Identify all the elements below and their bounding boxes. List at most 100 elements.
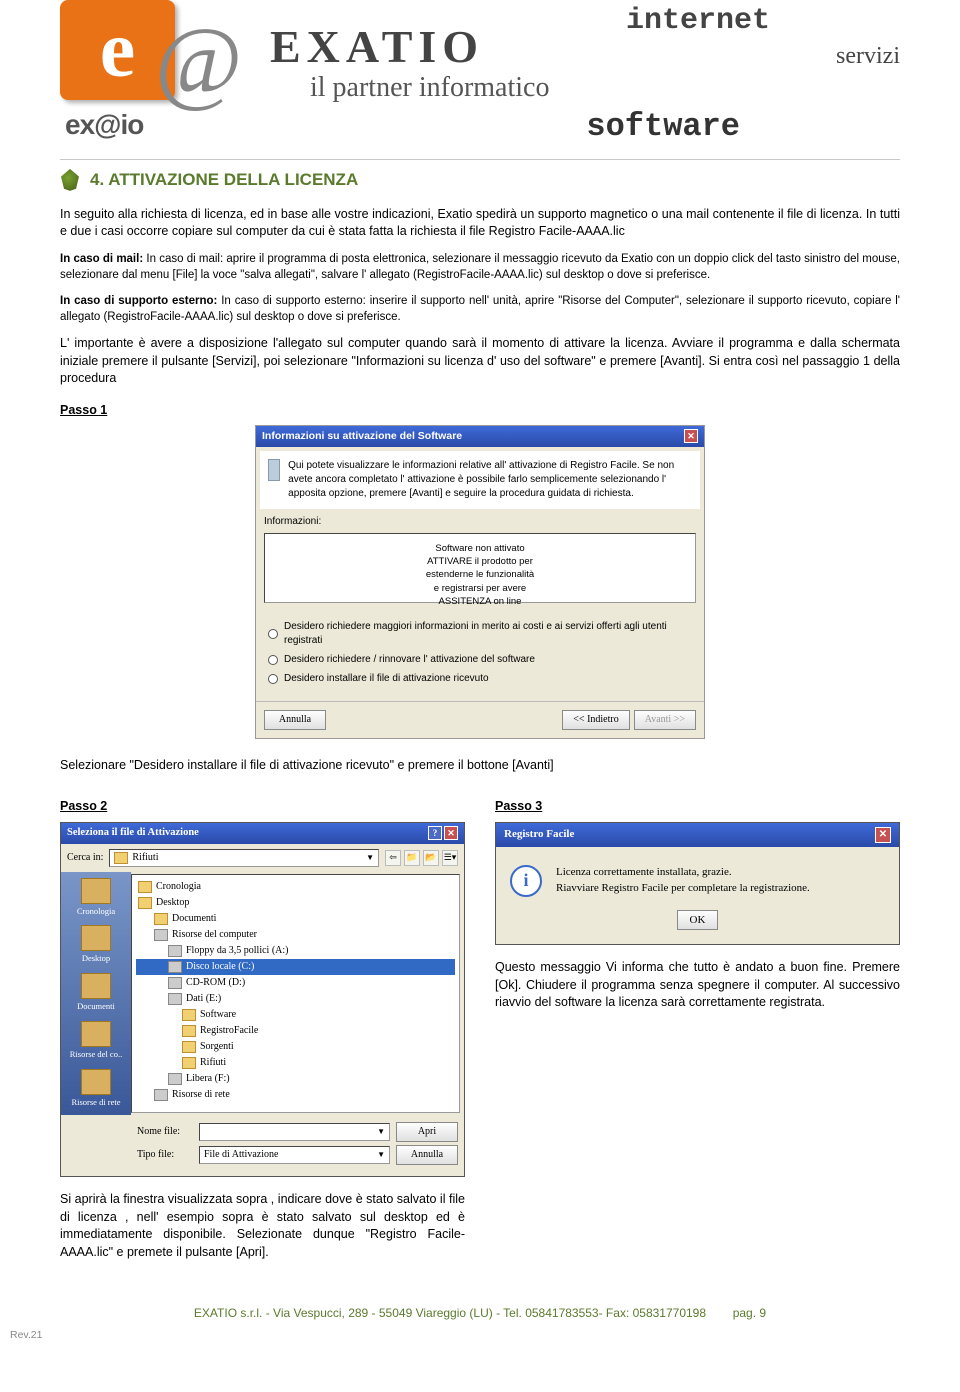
activation-info-dialog: Informazioni su attivazione del Software… [255,425,705,739]
file-list-item[interactable]: RegistroFacile [136,1023,455,1039]
file-list-item[interactable]: Dati (E:) [136,991,455,1007]
sidebar-place-item[interactable]: Documenti [77,973,115,1013]
paragraph-mid: Selezionare "Desidero installare il file… [60,757,900,775]
folder-icon [81,878,111,904]
file-item-label: Documenti [172,912,216,926]
radio-option-3[interactable]: Desidero installare il file di attivazio… [268,672,692,686]
file-list-item[interactable]: Disco locale (C:) [136,959,455,975]
radio-option-2-label: Desidero richiedere / rinnovare l' attiv… [284,653,535,667]
filetype-label: Tipo file: [137,1148,193,1162]
file-item-label: Sorgenti [200,1040,234,1054]
file-list-item[interactable]: Libera (F:) [136,1071,455,1087]
sidebar-place-item[interactable]: Risorse del co.. [70,1021,122,1061]
filename-input[interactable]: ▼ [199,1123,390,1141]
help-icon[interactable]: ? [428,826,442,840]
cancel-button[interactable]: Annulla [396,1145,458,1165]
lookin-value: Rifiuti [132,851,158,865]
file-list[interactable]: CronologiaDesktopDocumentiRisorse del co… [131,874,460,1113]
dialog1-infobox: Software non attivato ATTIVARE il prodot… [264,533,696,603]
page-footer: EXATIO s.r.l. - Via Vespucci, 289 - 5504… [60,1305,900,1322]
radio-option-1[interactable]: Desidero richiedere maggiori informazion… [268,620,692,648]
file-list-item[interactable]: Floppy da 3,5 pollici (A:) [136,943,455,959]
file-item-label: Software [200,1008,236,1022]
radio-option-3-label: Desidero installare il file di attivazio… [284,672,489,686]
ok-button[interactable]: OK [677,910,719,930]
file-item-label: Rifiuti [200,1056,226,1070]
dialog1-title: Informazioni su attivazione del Software [262,429,462,444]
lookin-combo[interactable]: Rifiuti ▼ [109,849,379,867]
footer-text: EXATIO s.r.l. - Via Vespucci, 289 - 5504… [194,1306,706,1320]
lookin-label: Cerca in: [67,851,103,865]
drive-icon [154,929,168,941]
file-list-item[interactable]: Rifiuti [136,1055,455,1071]
step1-label: Passo 1 [60,402,900,420]
radio-option-1-label: Desidero richiedere maggiori informazion… [284,620,692,648]
folder-icon [182,1041,196,1053]
folder-icon [138,881,152,893]
document-header: e @ EXATIO il partner informatico ex@io … [60,0,900,160]
success-msgbox: Registro Facile ✕ i Licenza correttament… [495,822,900,945]
file-list-item[interactable]: Cronologia [136,879,455,895]
view-icon[interactable]: ☰▾ [442,850,458,866]
folder-icon [182,1025,196,1037]
sidebar-place-item[interactable]: Desktop [81,925,111,965]
file-list-item[interactable]: Documenti [136,911,455,927]
chevron-down-icon: ▼ [366,852,374,863]
back-button[interactable]: << Indietro [562,710,629,730]
dialog3-title: Registro Facile [504,827,574,843]
header-word-servizi: servizi [836,40,900,74]
header-word-internet: internet [626,0,770,42]
section-heading: 4. ATTIVAZIONE DELLA LICENZA [60,168,900,192]
radio-option-2[interactable]: Desidero richiedere / rinnovare l' attiv… [268,653,692,667]
leaf-icon [60,169,80,191]
cancel-button[interactable]: Annulla [264,710,326,730]
header-word-software: software [586,105,740,150]
close-icon[interactable]: ✕ [875,827,891,843]
paragraph-mail-text: In caso di mail: aprire il programma di … [60,253,900,281]
section-heading-text: 4. ATTIVAZIONE DELLA LICENZA [90,168,358,192]
up-nav-icon[interactable]: 📁 [404,850,420,866]
file-item-label: Cronologia [156,880,201,894]
folder-icon [81,973,111,999]
next-button[interactable]: Avanti >> [634,710,696,730]
places-sidebar: Cronologia Desktop Documenti Risorse del co… [61,872,131,1115]
close-icon[interactable]: ✕ [444,826,458,840]
filetype-value: File di Attivazione [204,1148,278,1162]
revision-label: Rev.21 [10,1328,900,1343]
file-list-item[interactable]: Risorse di rete [136,1087,455,1103]
sidebar-place-item[interactable]: Cronologia [77,878,115,918]
paragraph-mail: In caso di mail: In caso di mail: aprire… [60,251,900,283]
paragraph-intro: In seguito alla richiesta di licenza, ed… [60,206,900,241]
file-list-item[interactable]: CD-ROM (D:) [136,975,455,991]
file-list-item[interactable]: Sorgenti [136,1039,455,1055]
file-item-label: RegistroFacile [200,1024,258,1038]
msgbox-line1: Licenza correttamente installata, grazie… [556,865,810,881]
back-nav-icon[interactable]: ⇦ [385,850,401,866]
file-browser-dialog: Seleziona il file di Attivazione ? ✕ Cer… [60,822,465,1177]
folder-icon [138,897,152,909]
file-item-label: Libera (F:) [186,1072,230,1086]
file-list-item[interactable]: Desktop [136,895,455,911]
drive-icon [168,945,182,957]
filetype-combo[interactable]: File di Attivazione ▼ [199,1146,390,1164]
msgbox-line2: Riavviare Registro Facile per completare… [556,881,810,897]
file-item-label: CD-ROM (D:) [186,976,245,990]
folder-icon [154,913,168,925]
sidebar-place-item[interactable]: Risorse di rete [71,1069,120,1109]
step3-label: Passo 3 [495,798,900,816]
folder-icon [81,1021,111,1047]
drive-icon [168,993,182,1005]
file-item-label: Dati (E:) [186,992,221,1006]
close-icon[interactable]: ✕ [684,429,698,443]
open-button[interactable]: Apri [396,1122,458,1142]
file-list-item[interactable]: Software [136,1007,455,1023]
step2-label: Passo 2 [60,798,465,816]
folder-icon [182,1057,196,1069]
step3-caption: Questo messaggio Vi informa che tutto è … [495,959,900,1012]
chevron-down-icon: ▼ [377,1149,385,1160]
paragraph-supporto: In caso di supporto esterno: In caso di … [60,293,900,325]
radio-icon [268,629,278,639]
file-list-item[interactable]: Risorse del computer [136,927,455,943]
newfolder-icon[interactable]: 📂 [423,850,439,866]
chevron-down-icon: ▼ [377,1126,385,1137]
